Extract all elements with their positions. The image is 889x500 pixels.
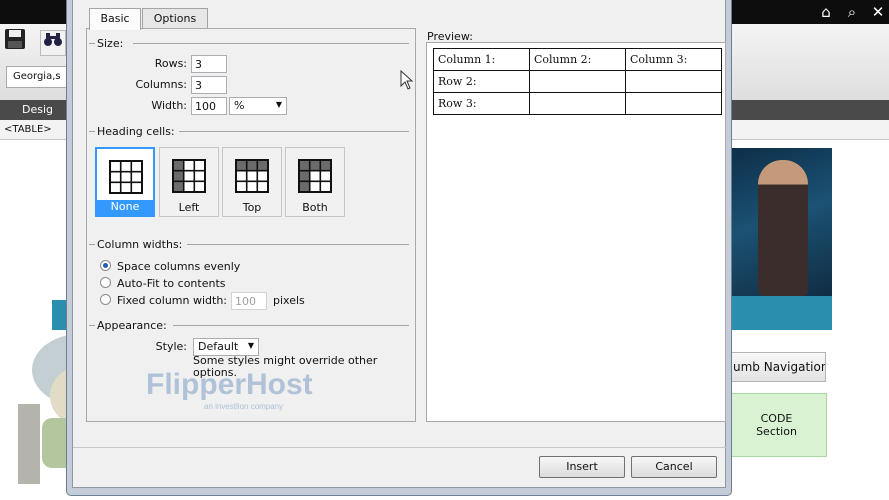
insert-button[interactable]: Insert [539, 456, 625, 478]
dialog-body: Basic Options Size: Rows: 3 Columns: 3 W… [72, 0, 727, 488]
appearance-group-title: Appearance: [97, 319, 167, 332]
radio-fixed-width[interactable] [100, 294, 111, 305]
table-cell [529, 92, 626, 115]
chevron-down-icon: ▼ [275, 100, 282, 109]
width-label: Width: [151, 99, 187, 112]
fixed-width-input[interactable]: 100 [231, 292, 267, 310]
table-both-heading-icon [298, 159, 332, 193]
table-none-icon [109, 160, 143, 194]
footer-divider [73, 447, 727, 448]
columns-input[interactable]: 3 [191, 76, 227, 94]
close-icon[interactable]: ✕ [868, 2, 888, 22]
font-family-select[interactable]: Georgia,s [6, 66, 68, 88]
code-line: CODE [760, 412, 793, 425]
heading-option-left[interactable]: Left [159, 147, 219, 217]
design-tab[interactable]: Desig [4, 102, 53, 118]
watermark-brand: FlipperHost [146, 368, 313, 401]
heading-option-label: Top [242, 201, 262, 214]
radio-auto-fit-label: Auto-Fit to contents [117, 277, 226, 290]
table-cell: Column 1: [433, 48, 530, 71]
columns-label: Columns: [135, 78, 187, 91]
person-figure [758, 160, 808, 296]
insert-table-dialog: Basic Options Size: Rows: 3 Columns: 3 W… [66, 0, 732, 496]
heading-option-both[interactable]: Both [285, 147, 345, 217]
table-row: Column 1: Column 2: Column 3: [433, 48, 722, 71]
section-line: Section [756, 425, 797, 438]
table-cell: Column 3: [625, 48, 722, 71]
mouse-cursor-icon [400, 70, 414, 90]
flipperhost-watermark: FlipperHost [146, 368, 313, 402]
table-cell: Row 3: [433, 92, 530, 115]
heading-option-none[interactable]: None [95, 147, 155, 217]
preview-table: Column 1: Column 2: Column 3: Row 2: Row… [433, 48, 722, 115]
width-unit-select[interactable]: % ▼ [229, 97, 287, 115]
tab-options-label: Options [153, 12, 197, 25]
width-input[interactable]: 100 [191, 97, 227, 115]
header-photo [732, 148, 832, 330]
table-cell [625, 92, 722, 115]
heading-cells-divider [179, 131, 409, 132]
rows-input[interactable]: 3 [191, 55, 227, 73]
table-top-heading-icon [235, 159, 269, 193]
fixed-width-unit: pixels [273, 294, 305, 307]
table-cell [625, 70, 722, 93]
heading-cells-group-title: Heading cells: [97, 125, 175, 138]
radio-space-evenly-label: Space columns evenly [117, 260, 241, 273]
heading-option-label: None [97, 200, 153, 215]
appearance-divider [173, 325, 409, 326]
heading-option-top[interactable]: Top [222, 147, 282, 217]
group-divider-tick [89, 131, 95, 132]
radio-space-evenly[interactable] [100, 260, 111, 271]
tab-options[interactable]: Options [142, 8, 208, 29]
heading-option-label: Both [302, 201, 328, 214]
search-icon[interactable]: ⌕ [842, 2, 862, 22]
table-row: Row 2: [433, 70, 722, 93]
radio-auto-fit[interactable] [100, 277, 111, 288]
tab-basic-label: Basic [100, 12, 130, 25]
style-select-value: Default [198, 340, 239, 353]
column-widths-divider [187, 244, 409, 245]
tab-basic[interactable]: Basic [89, 8, 141, 30]
table-left-heading-icon [172, 159, 206, 193]
breadcrumb-navigation-button[interactable]: umb Navigation [716, 352, 826, 382]
group-divider-tick [89, 325, 95, 326]
table-cell: Row 2: [433, 70, 530, 93]
width-unit-value: % [234, 99, 245, 112]
group-divider-tick [89, 244, 95, 245]
column-widths-group-title: Column widths: [97, 238, 183, 251]
basic-tab-panel: Size: Rows: 3 Columns: 3 Width: 100 % ▼ … [86, 28, 416, 422]
binoculars-icon[interactable] [40, 30, 66, 56]
save-icon[interactable] [2, 28, 28, 54]
size-group-divider [133, 43, 409, 44]
design-tab-label: Desig [22, 103, 54, 116]
cancel-button[interactable]: Cancel [631, 456, 717, 478]
photo-banner-strip [732, 296, 832, 330]
preview-panel: Column 1: Column 2: Column 3: Row 2: Row… [426, 42, 726, 422]
group-divider-tick [89, 43, 95, 44]
size-group-title: Size: [97, 37, 124, 50]
tag-path[interactable]: <TABLE> [4, 124, 52, 135]
table-cell: Column 2: [529, 48, 626, 71]
table-row: Row 3: [433, 92, 722, 115]
heading-option-label: Left [178, 201, 200, 214]
chevron-down-icon: ▼ [247, 341, 254, 350]
watermark-tagline: an investlion company [204, 402, 284, 411]
code-section-box: CODE Section [726, 393, 827, 457]
radio-fixed-width-label: Fixed column width: [117, 294, 228, 307]
home-icon[interactable]: ⌂ [816, 2, 836, 22]
rows-label: Rows: [154, 57, 187, 70]
table-cell [529, 70, 626, 93]
style-label: Style: [155, 340, 187, 353]
